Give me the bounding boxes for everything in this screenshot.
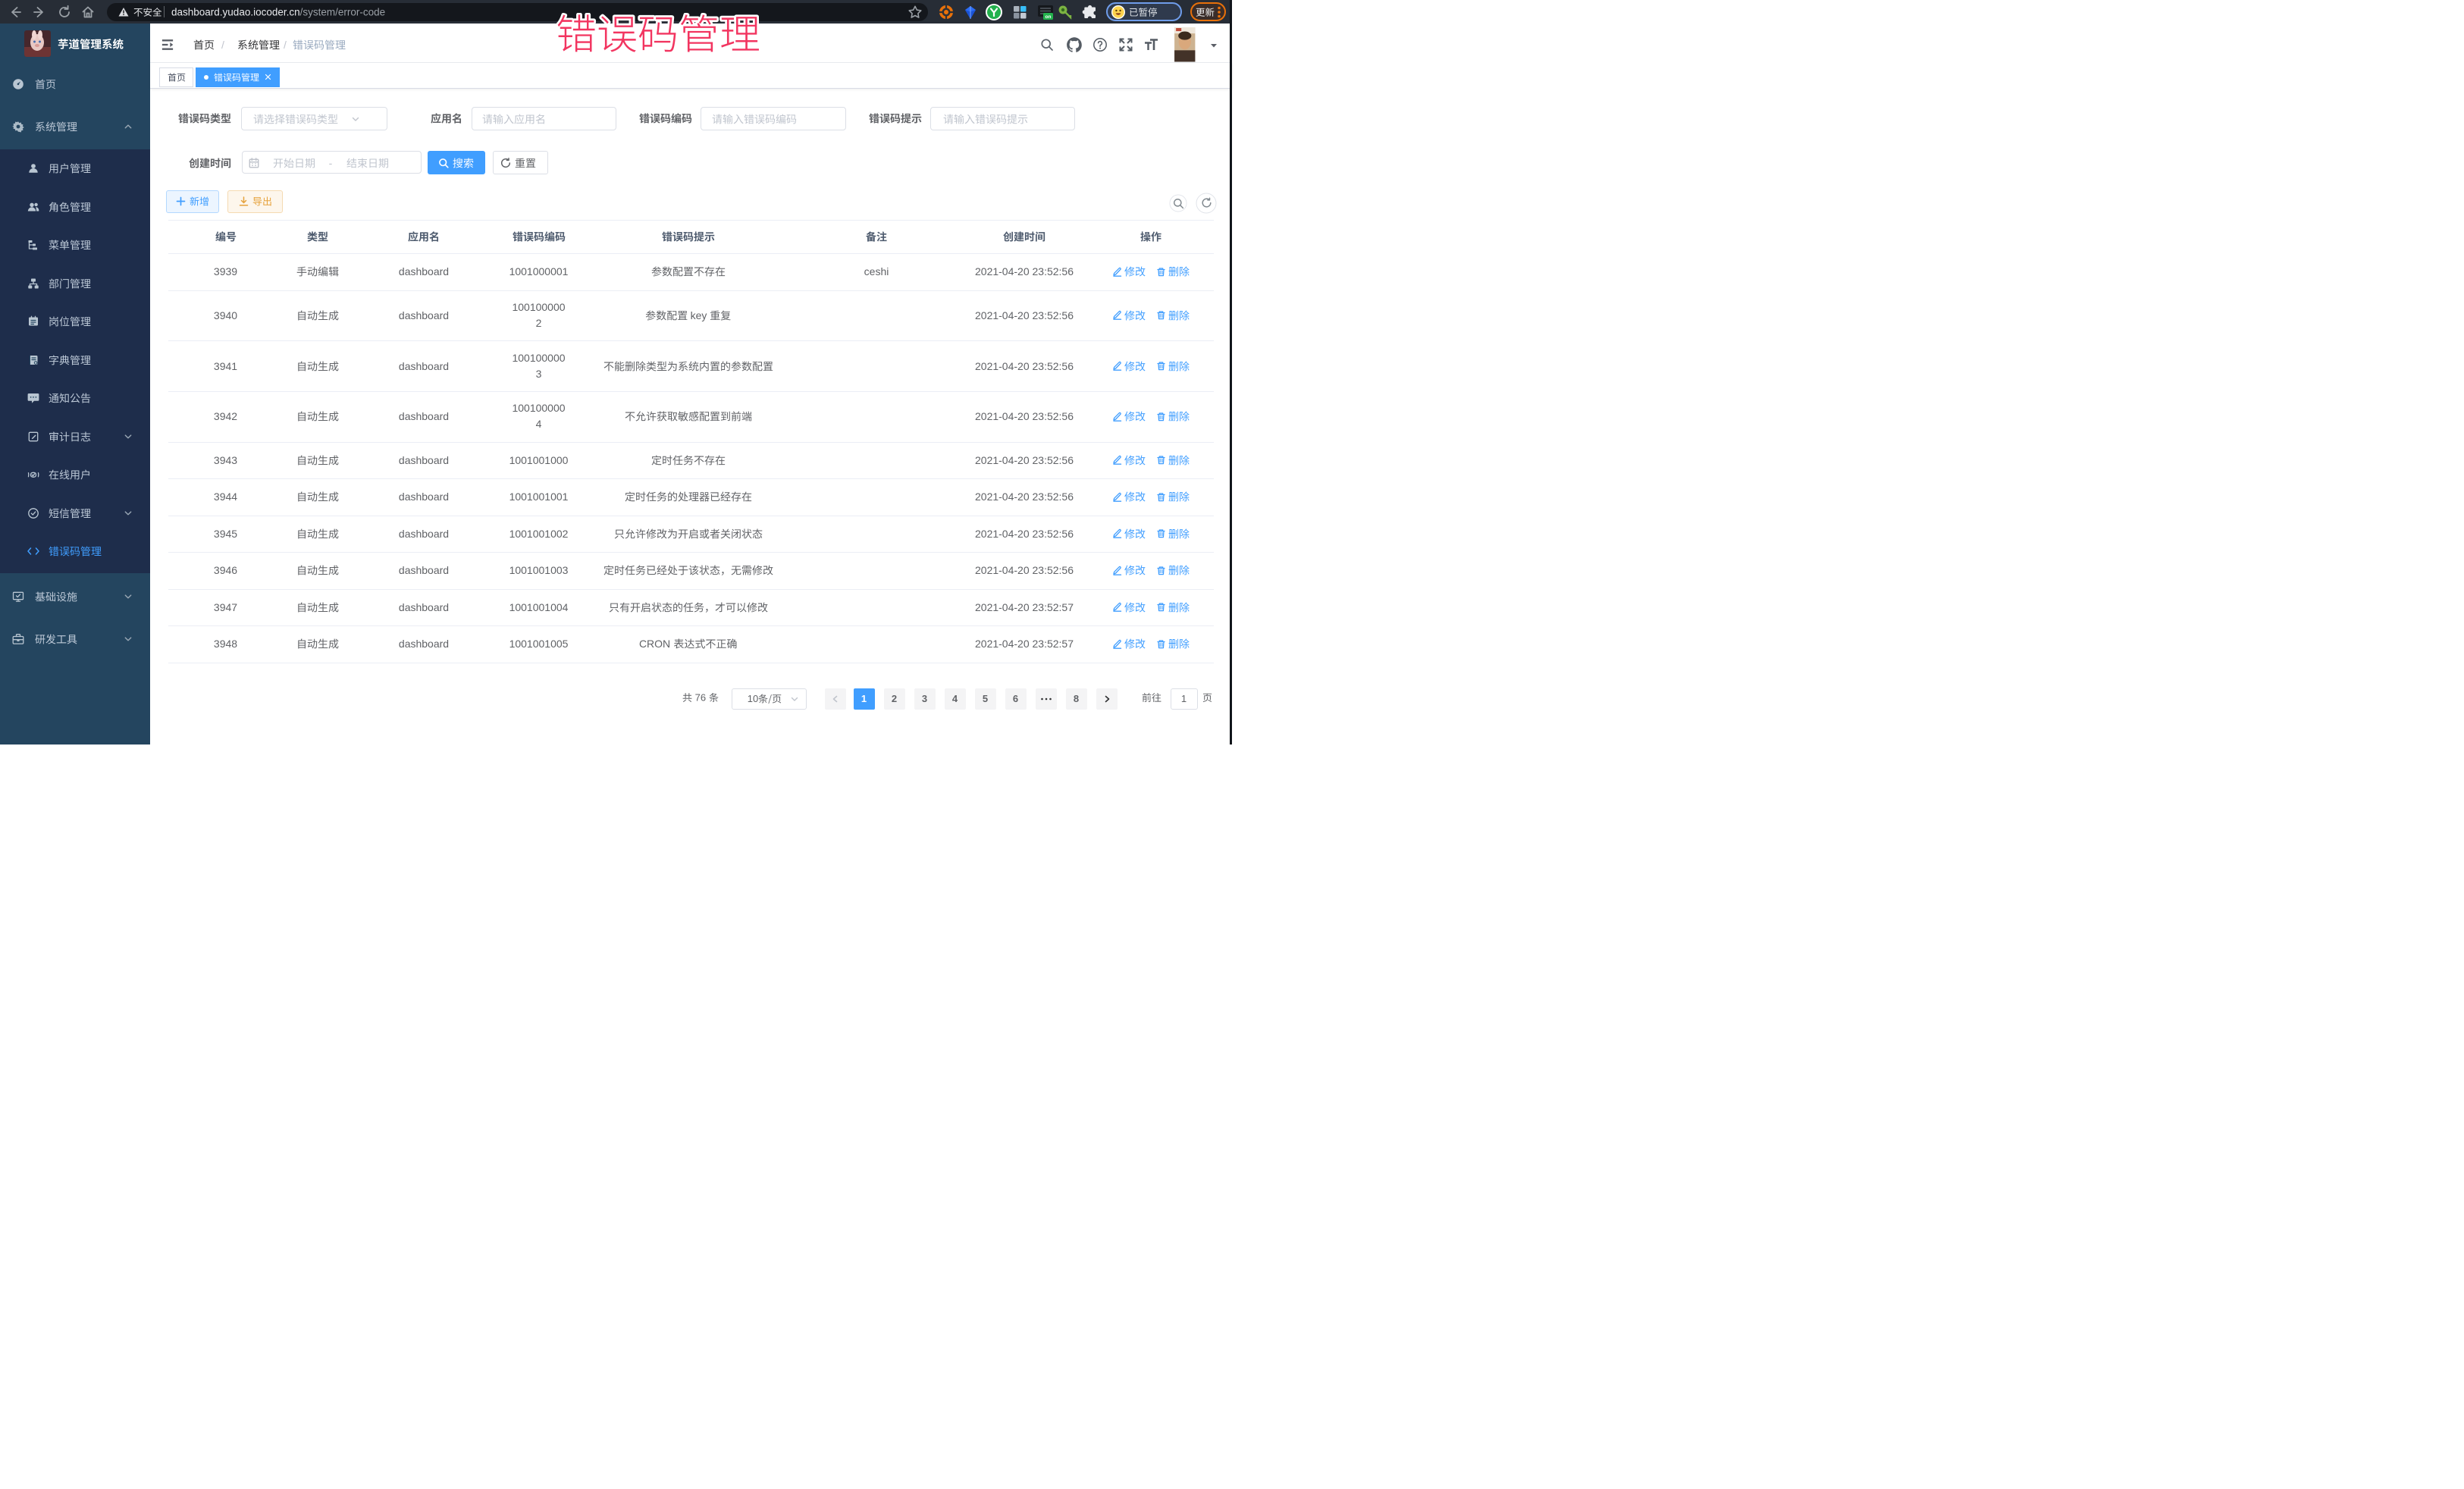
svg-text:on: on: [1045, 14, 1051, 20]
